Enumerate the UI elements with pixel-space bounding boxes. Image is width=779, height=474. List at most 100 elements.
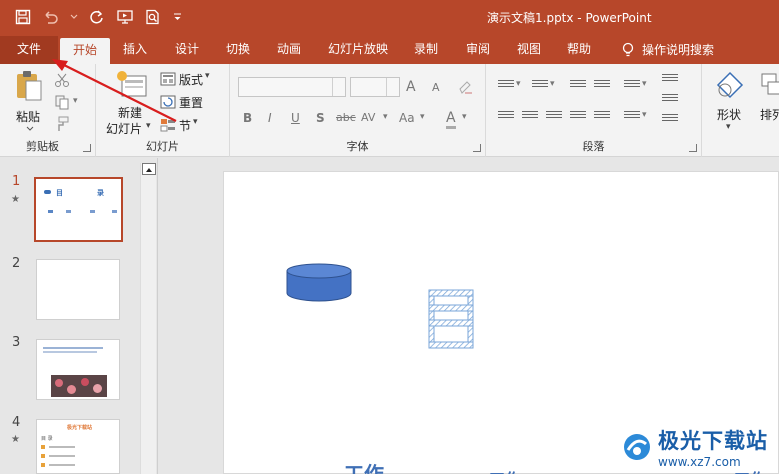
thumb-list-heading: 目 录 xyxy=(41,436,53,442)
slide-thumbnail-1[interactable]: 目 录 xyxy=(34,177,123,242)
chevron-down-icon[interactable]: ▾ xyxy=(642,79,647,89)
font-color-button[interactable]: A xyxy=(446,110,456,129)
thumbnail-scrollbar[interactable] xyxy=(140,163,156,474)
slide-thumbnail-4[interactable]: 极光下载站 目 录 xyxy=(36,419,120,474)
print-preview-icon[interactable] xyxy=(144,7,162,27)
slide-thumbnail-2[interactable] xyxy=(36,259,120,320)
line-spacing-icon[interactable] xyxy=(624,80,640,92)
chevron-down-icon[interactable]: ▾ xyxy=(550,79,555,89)
font-size-select[interactable] xyxy=(350,77,400,97)
paste-button[interactable]: 粘贴 xyxy=(10,70,48,134)
reset-button[interactable]: 重置 xyxy=(160,94,220,112)
new-slide-button[interactable]: 新建 幻灯片 ▾ xyxy=(104,70,156,136)
slide-number: 4 xyxy=(12,415,21,430)
reset-label: 重置 xyxy=(179,96,204,110)
clipboard-launcher-icon[interactable] xyxy=(83,144,91,152)
font-family-select[interactable] xyxy=(238,77,346,97)
align-text-icon[interactable] xyxy=(662,94,678,106)
shelf-shape[interactable] xyxy=(427,288,475,350)
increase-indent-icon[interactable] xyxy=(594,80,610,92)
underline-button[interactable]: U xyxy=(291,111,300,125)
tab-transitions[interactable]: 切换 xyxy=(226,36,250,64)
thumb-shape xyxy=(112,210,117,213)
slide-text-mid[interactable]: 工作 xyxy=(489,466,521,474)
tab-file[interactable]: 文件 xyxy=(0,36,58,64)
change-case-button[interactable]: Aa xyxy=(399,111,415,125)
undo-icon[interactable] xyxy=(42,7,60,27)
chevron-down-icon[interactable]: ▾ xyxy=(462,112,467,122)
copy-icon[interactable] xyxy=(54,94,70,110)
tab-view[interactable]: 视图 xyxy=(517,36,541,64)
chevron-down-icon xyxy=(26,126,34,131)
chevron-down-icon[interactable]: ▾ xyxy=(642,110,647,120)
slide-text-left[interactable]: 工作 xyxy=(344,458,384,474)
decrease-indent-icon[interactable] xyxy=(570,80,586,92)
align-center-icon[interactable] xyxy=(522,111,538,123)
cylinder-shape[interactable] xyxy=(286,263,352,303)
smartart-icon[interactable] xyxy=(662,114,678,126)
clipboard-icon xyxy=(17,71,42,101)
chevron-down-icon[interactable]: ▾ xyxy=(420,112,425,122)
reset-icon xyxy=(160,95,176,109)
layout-label: 版式 xyxy=(179,73,204,87)
undo-dropdown-icon[interactable] xyxy=(70,7,78,27)
align-left-icon[interactable] xyxy=(498,111,514,123)
cut-icon[interactable] xyxy=(54,72,70,88)
tab-animations[interactable]: 动画 xyxy=(277,36,301,64)
arrange-icon xyxy=(761,73,779,95)
thumb-text-lines xyxy=(43,351,97,353)
numbering-icon[interactable] xyxy=(532,80,548,92)
distributed-icon[interactable] xyxy=(594,111,610,123)
strikethrough-button[interactable]: abc xyxy=(336,111,356,124)
layout-button[interactable]: 版式 ▾ xyxy=(160,71,220,89)
tab-home[interactable]: 开始 xyxy=(60,38,110,64)
slide-thumbnail-3[interactable] xyxy=(36,339,120,400)
shapes-button[interactable]: 形状 ▾ xyxy=(712,70,752,136)
text-shadow-button[interactable]: S xyxy=(316,111,325,125)
save-icon[interactable] xyxy=(14,7,32,27)
bold-button[interactable]: B xyxy=(243,111,252,125)
text-direction-icon[interactable] xyxy=(662,74,678,86)
character-spacing-button[interactable]: AV xyxy=(361,111,375,124)
arrange-button[interactable]: 排列 xyxy=(758,70,779,136)
group-font: A A B I U S abc AV ▾ Aa ▾ A ▾ 字体 xyxy=(230,64,486,157)
group-clipboard: 粘贴 ▾ 剪贴板 xyxy=(0,64,96,157)
scroll-up-icon[interactable] xyxy=(142,163,156,175)
font-launcher-icon[interactable] xyxy=(473,144,481,152)
bullets-icon[interactable] xyxy=(498,80,514,92)
ribbon-home: 粘贴 ▾ 剪贴板 新建 幻灯片 ▾ 版式 ▾ 重置 节 ▾ 幻灯片 A A B … xyxy=(0,64,779,157)
watermark: 极光下载站 www.xz7.com xyxy=(622,420,779,474)
shrink-font-button[interactable]: A xyxy=(432,81,440,94)
tab-review[interactable]: 审阅 xyxy=(466,36,490,64)
tab-design[interactable]: 设计 xyxy=(175,36,199,64)
clear-formatting-icon[interactable] xyxy=(458,79,474,95)
chevron-down-icon[interactable]: ▾ xyxy=(383,112,388,122)
tab-insert[interactable]: 插入 xyxy=(123,36,147,64)
group-drawing: 形状 ▾ 排列 xyxy=(702,64,779,157)
tab-help[interactable]: 帮助 xyxy=(567,36,591,64)
thumb-list-item xyxy=(41,463,45,467)
section-button[interactable]: 节 ▾ xyxy=(160,117,220,135)
copy-dropdown-icon[interactable]: ▾ xyxy=(73,96,78,106)
thumb-list-item xyxy=(49,464,75,466)
new-slide-label-2: 幻灯片 xyxy=(106,122,143,136)
grow-font-button[interactable]: A xyxy=(406,79,416,95)
format-painter-icon[interactable] xyxy=(54,116,70,132)
slideshow-icon[interactable] xyxy=(116,7,134,27)
tab-record[interactable]: 录制 xyxy=(414,36,438,64)
italic-button[interactable]: I xyxy=(268,111,272,125)
columns-icon[interactable] xyxy=(624,111,640,123)
thumb-list-item xyxy=(41,445,45,449)
thumb-list-item xyxy=(49,446,75,448)
animation-star-icon: ★ xyxy=(11,434,20,445)
tell-me-search[interactable]: 操作说明搜索 xyxy=(622,36,714,64)
paragraph-launcher-icon[interactable] xyxy=(689,144,697,152)
align-right-icon[interactable] xyxy=(546,111,562,123)
watermark-logo-icon xyxy=(624,434,650,460)
redo-icon[interactable] xyxy=(88,7,106,27)
chevron-down-icon[interactable]: ▾ xyxy=(516,79,521,89)
tab-slideshow[interactable]: 幻灯片放映 xyxy=(328,36,388,64)
chevron-down-icon: ▾ xyxy=(726,122,731,132)
customize-dropdown-icon[interactable] xyxy=(172,7,182,27)
justify-icon[interactable] xyxy=(570,111,586,123)
